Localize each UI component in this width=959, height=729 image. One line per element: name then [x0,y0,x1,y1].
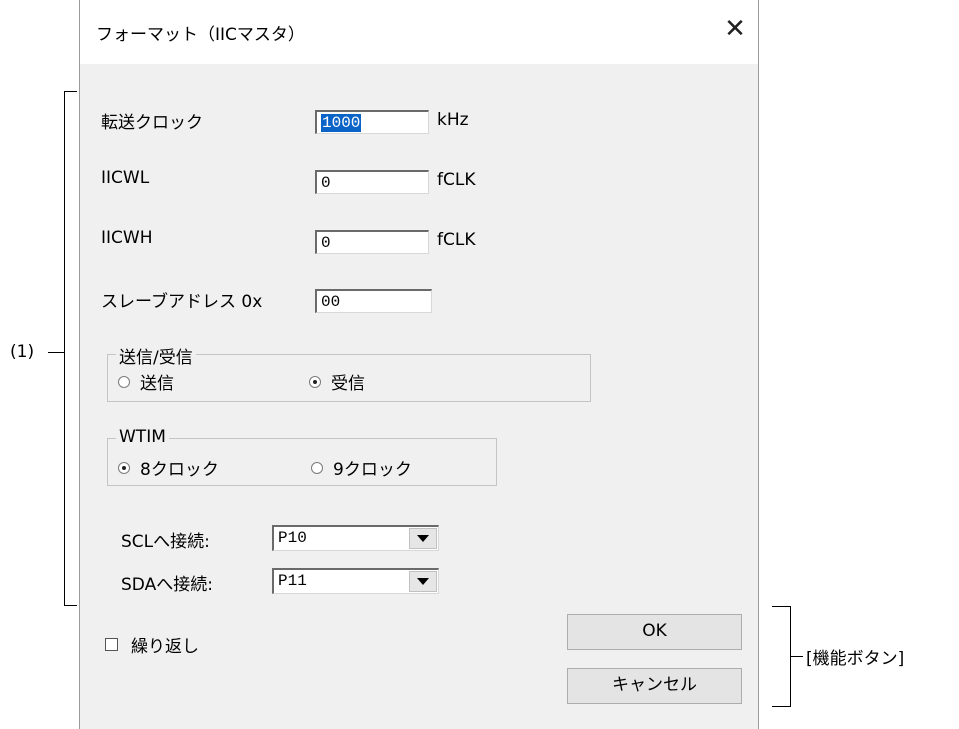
wtim-group-legend: WTIM [116,427,169,447]
sda-dropdown-button[interactable] [409,571,437,592]
radio-8-clock-dot [118,461,130,474]
iicwh-label: IICWH [101,228,153,248]
iicwl-input[interactable]: 0 [315,170,429,194]
iicwh-unit: fCLK [437,230,476,250]
radio-send[interactable]: 送信 [118,369,174,394]
repeat-checkbox[interactable] [105,638,118,651]
radio-9-clock-dot [311,461,323,474]
transfer-clock-value: 1000 [321,114,362,132]
annotation-bracket-right [772,606,791,707]
annotation-tick-left [48,352,64,353]
iicwh-input[interactable]: 0 [315,230,429,254]
scl-connect-label: SCLへ接続: [121,532,210,552]
radio-8-clock[interactable]: 8クロック [118,455,219,480]
radio-receive-dot [309,375,321,388]
slave-address-label: スレーブアドレス 0x [101,292,263,312]
scl-connect-select[interactable]: P10 [272,525,439,551]
dialog-title: フォーマット（IICマスタ） [96,25,305,45]
scl-connect-value: P10 [278,529,307,547]
scl-dropdown-button[interactable] [409,528,437,549]
sda-connect-value: P11 [278,572,307,590]
txrx-group-legend: 送信/受信 [116,343,196,368]
radio-send-label: 送信 [140,374,174,394]
transfer-clock-label: 転送クロック [101,113,203,133]
repeat-label: 繰り返し [131,637,199,657]
iicwl-label: IICWL [101,168,150,188]
ok-button[interactable]: OK [567,614,742,650]
iic-master-format-dialog: フォーマット（IICマスタ） ✕ 転送クロック 1000 kHz IICWL 0… [79,0,759,729]
title-bar: フォーマット（IICマスタ） ✕ [80,0,758,64]
radio-9-clock[interactable]: 9クロック [311,455,412,480]
annotation-bracket-left [64,91,77,606]
chevron-down-icon [417,578,429,585]
sda-connect-label: SDAへ接続: [121,575,213,595]
radio-8-clock-label: 8クロック [140,460,219,480]
annotation-area-1: (1) [10,342,35,362]
radio-send-dot [118,375,130,388]
annotation-function-buttons: [機能ボタン] [806,649,905,669]
transfer-clock-input[interactable]: 1000 [315,110,429,134]
slave-address-input[interactable]: 00 [315,289,432,313]
sda-connect-select[interactable]: P11 [272,568,439,594]
transfer-clock-unit: kHz [437,110,469,130]
annotation-tick-right [791,656,803,657]
cancel-button[interactable]: キャンセル [567,668,742,704]
close-button[interactable]: ✕ [720,14,750,44]
radio-receive[interactable]: 受信 [309,369,365,394]
radio-9-clock-label: 9クロック [333,460,412,480]
chevron-down-icon [417,535,429,542]
iicwl-unit: fCLK [437,170,476,190]
radio-receive-label: 受信 [331,374,365,394]
